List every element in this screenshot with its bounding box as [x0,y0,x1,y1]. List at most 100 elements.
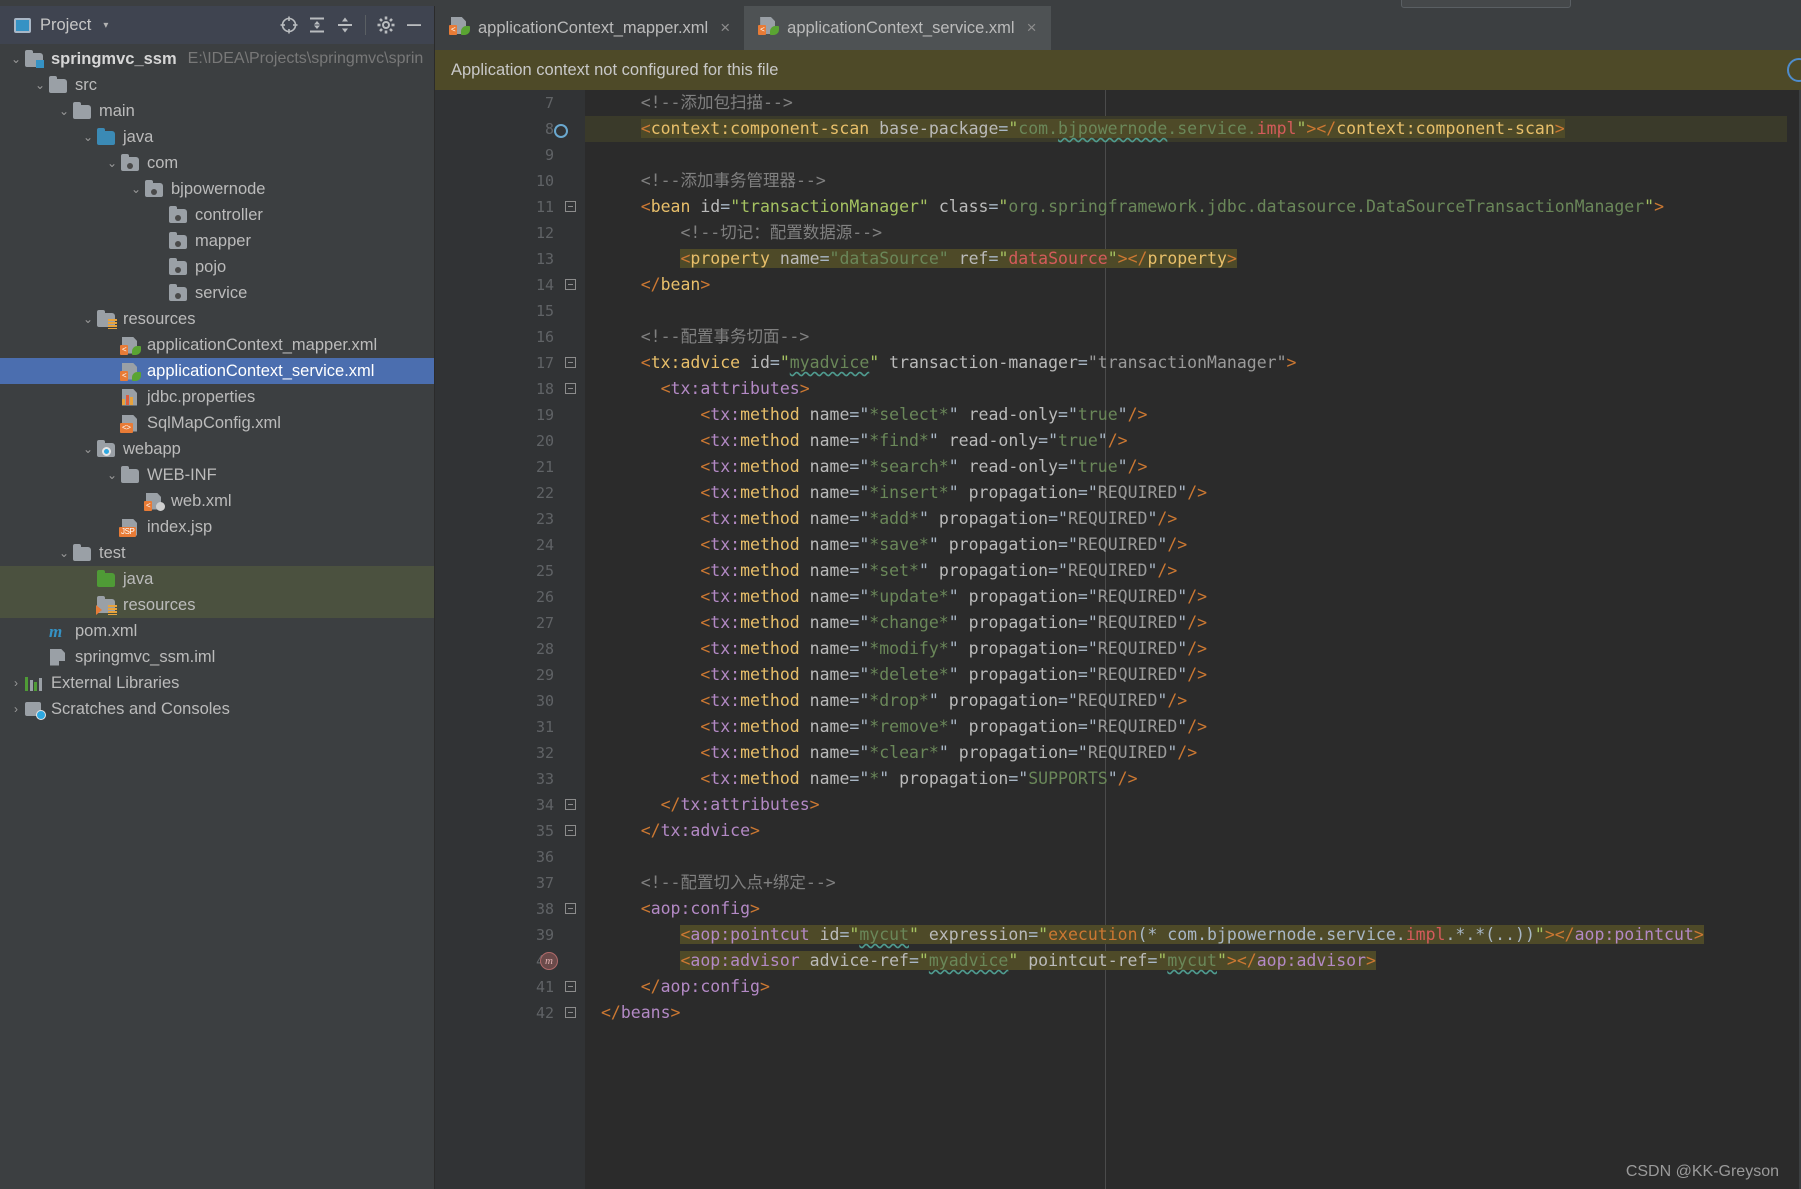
code-line[interactable]: <bean id="transactionManager" class="org… [585,194,1801,220]
code-editor[interactable]: 7 8 9 10 11 12 13 14 15 16 17 18 19 20 21 22 23 24 25 26 27 2… [435,90,1801,1189]
spring-bean-gutter-icon[interactable] [540,120,558,138]
line-number-gutter[interactable]: 7 8 9 10 11 12 13 14 15 16 17 18 19 20 21 22 23 24 25 26 27 2… [500,90,585,1189]
code-line[interactable]: <context:component-scan base-package="co… [585,116,1801,142]
fold-marker-icon[interactable] [565,981,577,993]
tree-node-test[interactable]: ⌄ test [0,540,434,566]
tree-node-pojo[interactable]: pojo [0,254,434,280]
code-line[interactable]: <tx:method name="*drop*" propagation="RE… [585,688,1801,714]
code-line[interactable]: <tx:method name="*clear*" propagation="R… [585,740,1801,766]
code-line[interactable]: <!--配置事务切面--> [585,324,1801,350]
code-line[interactable] [585,142,1801,168]
code-line[interactable]: <tx:method name="*select*" read-only="tr… [585,402,1801,428]
code-line[interactable]: <tx:method name="*search*" read-only="tr… [585,454,1801,480]
fold-marker-icon[interactable] [565,201,577,213]
tree-node-jdbc-properties[interactable]: jdbc.properties [0,384,434,410]
tree-node-applicationcontext-service-xml[interactable]: < applicationContext_service.xml [0,358,434,384]
code-line[interactable]: <tx:method name="*remove*" propagation="… [585,714,1801,740]
code-line[interactable]: <!--添加包扫描--> [585,90,1801,116]
tree-node-scratches-and-consoles[interactable]: › Scratches and Consoles [0,696,434,722]
tree-node-applicationcontext-mapper-xml[interactable]: < applicationContext_mapper.xml [0,332,434,358]
tree-node-web-xml[interactable]: < web.xml [0,488,434,514]
editor-tab[interactable]: < applicationContext_mapper.xml × [435,6,744,50]
project-tree[interactable]: ⌄ springmvc_ssm E:\IDEA\Projects\springmvc… [0,44,434,1189]
code-line[interactable]: <tx:attributes> [585,376,1801,402]
code-line[interactable]: <tx:method name="*add*" propagation="REQ… [585,506,1801,532]
fold-marker-icon[interactable] [565,357,577,369]
chevron-down-icon[interactable]: ⌄ [104,469,120,481]
close-icon[interactable]: × [1027,18,1037,38]
code-line[interactable]: <tx:method name="*find*" read-only="true… [585,428,1801,454]
tree-node-bjpowernode[interactable]: ⌄ bjpowernode [0,176,434,202]
code-line[interactable] [585,844,1801,870]
code-line[interactable]: <!--添加事务管理器--> [585,168,1801,194]
tree-node-pom-xml[interactable]: m pom.xml [0,618,434,644]
chevron-down-icon[interactable]: ⌄ [32,79,48,91]
chevron-down-icon[interactable]: ▾ [103,20,108,31]
tree-node-java[interactable]: java [0,566,434,592]
code-line[interactable]: <tx:method name="*change*" propagation="… [585,610,1801,636]
code-line[interactable]: <tx:method name="*update*" propagation="… [585,584,1801,610]
fold-marker-icon[interactable] [565,1007,577,1019]
tree-node-resources[interactable]: ⌄ resources [0,306,434,332]
chevron-down-icon[interactable]: ⌄ [56,547,72,559]
expand-all-icon[interactable] [303,11,331,39]
chevron-down-icon[interactable]: ⌄ [80,443,96,455]
code-line[interactable]: <tx:method name="*insert*" propagation="… [585,480,1801,506]
fold-marker-icon[interactable] [565,279,577,291]
fold-marker-icon[interactable] [565,825,577,837]
tree-node-index-jsp[interactable]: JSP index.jsp [0,514,434,540]
tree-node-controller[interactable]: controller [0,202,434,228]
spring-advisor-gutter-icon[interactable]: m [540,952,558,970]
tree-node-webapp[interactable]: ⌄ webapp [0,436,434,462]
code-line[interactable]: <aop:advisor advice-ref="myadvice" point… [585,948,1801,974]
code-text[interactable]: <!--添加包扫描--> <context:component-scan bas… [585,90,1801,1189]
chevron-down-icon[interactable]: ⌄ [8,53,24,65]
chevron-down-icon[interactable]: ⌄ [56,105,72,117]
tree-node-springmvc-ssm[interactable]: ⌄ springmvc_ssm E:\IDEA\Projects\springmvc… [0,46,434,72]
configure-circle-icon[interactable] [1787,58,1801,82]
code-line[interactable]: <!--配置切入点+绑定--> [585,870,1801,896]
code-line[interactable]: <tx:method name="*" propagation="SUPPORT… [585,766,1801,792]
fold-marker-icon[interactable] [565,799,577,811]
code-line[interactable]: <property name="dataSource" ref="dataSou… [585,246,1801,272]
code-line[interactable]: <!--切记：配置数据源--> [585,220,1801,246]
tree-node-src[interactable]: ⌄ src [0,72,434,98]
code-line[interactable]: <tx:method name="*modify*" propagation="… [585,636,1801,662]
code-line[interactable]: <tx:method name="*set*" propagation="REQ… [585,558,1801,584]
code-line[interactable]: <aop:config> [585,896,1801,922]
tree-node-service[interactable]: service [0,280,434,306]
chevron-down-icon[interactable]: ⌄ [104,157,120,169]
chevron-down-icon[interactable]: ⌄ [80,313,96,325]
editor-tab[interactable]: < applicationContext_service.xml × [744,6,1051,50]
chevron-down-icon[interactable]: ⌄ [128,183,144,195]
code-line[interactable]: </beans> [585,1000,1801,1026]
chevron-down-icon[interactable]: ⌄ [80,131,96,143]
fold-marker-icon[interactable] [565,903,577,915]
code-line[interactable]: </tx:attributes> [585,792,1801,818]
fold-marker-icon[interactable] [565,383,577,395]
chevron-right-icon[interactable]: › [8,703,24,715]
code-line[interactable]: <tx:method name="*delete*" propagation="… [585,662,1801,688]
tree-node-external-libraries[interactable]: › External Libraries [0,670,434,696]
tree-node-sqlmapconfig-xml[interactable]: <> SqlMapConfig.xml [0,410,434,436]
tree-node-java[interactable]: ⌄ java [0,124,434,150]
code-line[interactable]: <tx:advice id="myadvice" transaction-man… [585,350,1801,376]
tree-node-mapper[interactable]: mapper [0,228,434,254]
code-line[interactable]: <aop:pointcut id="mycut" expression="exe… [585,922,1801,948]
tree-node-com[interactable]: ⌄ com [0,150,434,176]
tree-node-web-inf[interactable]: ⌄ WEB-INF [0,462,434,488]
close-icon[interactable]: × [720,18,730,38]
collapse-all-icon[interactable] [331,11,359,39]
code-line[interactable]: <tx:method name="*save*" propagation="RE… [585,532,1801,558]
code-line[interactable]: </bean> [585,272,1801,298]
code-line[interactable] [585,298,1801,324]
code-line[interactable]: </aop:config> [585,974,1801,1000]
tree-node-resources[interactable]: resources [0,592,434,618]
chevron-right-icon[interactable]: › [8,677,24,689]
minimize-icon[interactable] [400,11,428,39]
search-everywhere-field[interactable] [1401,0,1571,8]
tree-node-springmvc-ssm-iml[interactable]: springmvc_ssm.iml [0,644,434,670]
gear-icon[interactable] [372,11,400,39]
editor-tab-bar[interactable]: < applicationContext_mapper.xml × < applicat… [435,6,1801,50]
tree-node-main[interactable]: ⌄ main [0,98,434,124]
